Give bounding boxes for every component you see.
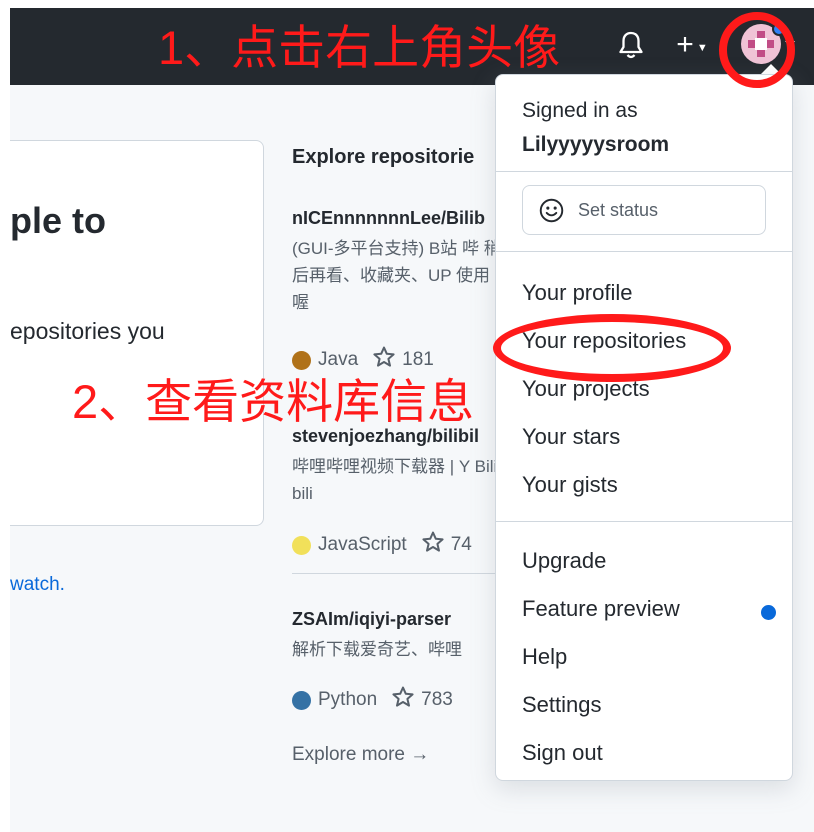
menu-item-feature-preview[interactable]: Feature preview: [522, 596, 680, 622]
divider: [292, 573, 502, 574]
annotation-step-1: 1、点击右上角头像: [158, 21, 561, 74]
watch-link[interactable]: watch.: [10, 574, 65, 596]
repo-description: 哔哩哔哩视频下载器 | Y Bilibili: [292, 457, 498, 503]
repo-description: 解析下载爱奇艺、哔哩: [292, 640, 462, 659]
language-color-icon: [292, 690, 311, 710]
repo-name-link[interactable]: stevenjoezhang/bilibil: [292, 426, 502, 447]
feature-preview-dot-icon: [761, 605, 776, 620]
welcome-card-text: epositories you: [10, 318, 165, 344]
annotation-circle-repositories: [493, 314, 731, 382]
plus-icon: +: [676, 28, 694, 61]
repo-card: nICEnnnnnnnLee/Bilib (GUI-多平台支持) B站 哔 稍后…: [292, 208, 502, 316]
repo-language: Java: [318, 349, 359, 370]
repo-language: Python: [318, 689, 378, 710]
language-color-icon: [292, 350, 311, 370]
menu-item-your-stars[interactable]: Your stars: [522, 424, 620, 450]
language-color-icon: [292, 535, 311, 555]
repo-card: stevenjoezhang/bilibil 哔哩哔哩视频下载器 | Y Bil…: [292, 426, 502, 507]
repo-stars[interactable]: 74: [451, 534, 472, 556]
star-icon[interactable]: [421, 530, 445, 560]
repo-meta: Python 783: [292, 685, 453, 715]
menu-item-upgrade[interactable]: Upgrade: [522, 548, 606, 574]
repo-stars[interactable]: 181: [402, 349, 434, 371]
menu-divider: [496, 521, 792, 522]
explore-title: Explore repositorie: [292, 146, 475, 168]
menu-item-settings[interactable]: Settings: [522, 692, 602, 718]
annotation-step-2: 2、查看资料库信息: [72, 375, 475, 428]
repo-meta: JavaScript 74: [292, 530, 472, 560]
github-dashboard: + ▼ ple to epositories you watch. Explor…: [10, 8, 814, 832]
set-status-label: Set status: [578, 199, 659, 220]
set-status-button[interactable]: Set status: [522, 185, 766, 235]
username: Lilyyyyysroom: [522, 133, 670, 156]
star-icon[interactable]: [372, 345, 396, 375]
annotation-circle-avatar: [719, 12, 795, 88]
repo-stars[interactable]: 783: [421, 689, 453, 711]
menu-item-your-profile[interactable]: Your profile: [522, 280, 632, 306]
chevron-down-icon: ▼: [696, 42, 708, 54]
menu-item-your-gists[interactable]: Your gists: [522, 472, 618, 498]
menu-divider: [496, 171, 792, 172]
repo-name-link[interactable]: nICEnnnnnnnLee/Bilib: [292, 208, 502, 229]
create-new-button[interactable]: + ▼: [668, 28, 716, 62]
repo-description: (GUI-多平台支持) B站 哔 稍后再看、收藏夹、UP 使用喔: [292, 239, 501, 312]
bell-icon[interactable]: [616, 30, 646, 60]
repo-language: JavaScript: [318, 534, 407, 555]
smiley-icon: [539, 198, 564, 222]
menu-item-help[interactable]: Help: [522, 644, 567, 670]
star-icon[interactable]: [391, 685, 415, 715]
repo-name-link[interactable]: ZSAIm/iqiyi-parser: [292, 609, 502, 630]
signed-in-label: Signed in as: [522, 99, 638, 122]
menu-item-sign-out[interactable]: Sign out: [522, 740, 603, 766]
repo-card: ZSAIm/iqiyi-parser 解析下载爱奇艺、哔哩: [292, 609, 502, 663]
explore-more-link[interactable]: Explore more →: [292, 744, 429, 766]
user-dropdown-menu: Signed in as Lilyyyyysroom Set status Yo…: [495, 74, 793, 781]
repo-meta: Java 181: [292, 345, 434, 375]
welcome-card-title: ple to: [10, 200, 106, 241]
menu-divider: [496, 251, 792, 252]
